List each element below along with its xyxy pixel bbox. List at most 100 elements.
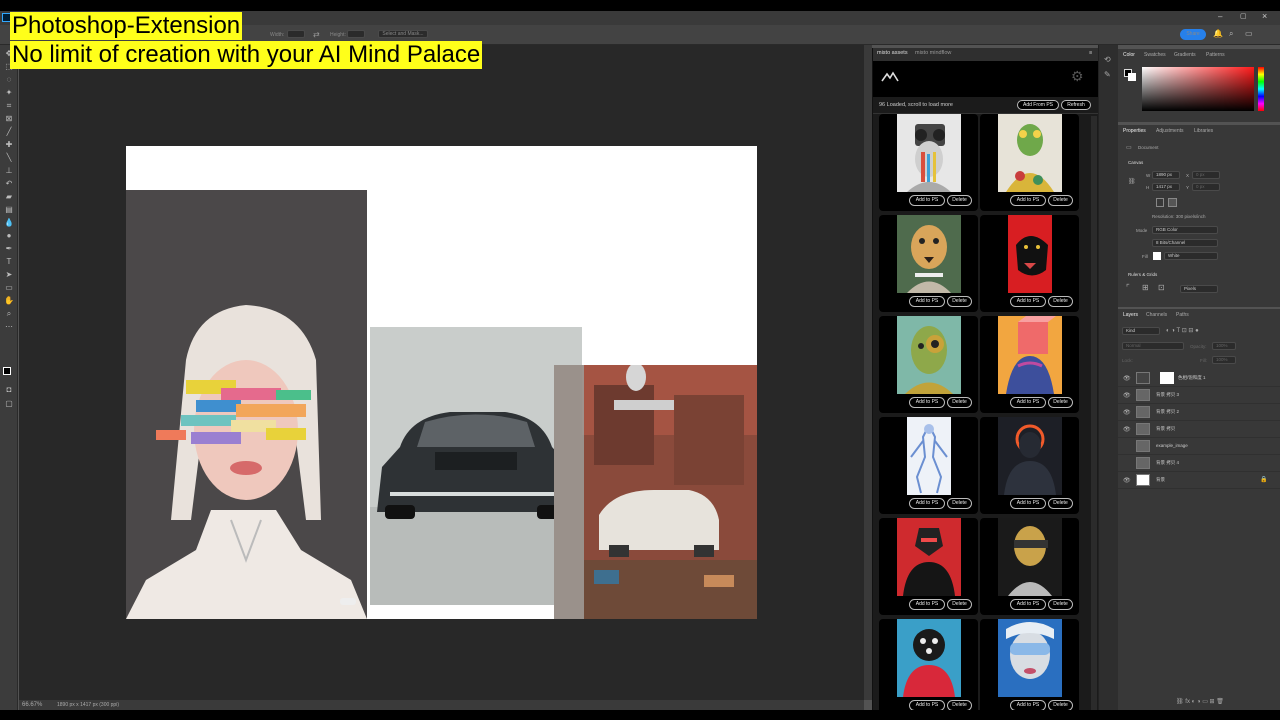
asset-thumbnail[interactable]	[998, 417, 1062, 495]
canvas-x-field[interactable]: 0 px	[1192, 171, 1220, 179]
path-selection-icon[interactable]: ➤	[4, 270, 14, 280]
learn-icon[interactable]: 🔔	[1213, 29, 1223, 38]
delete-button[interactable]: Delete	[1048, 296, 1073, 307]
tab-gradients[interactable]: Gradients	[1174, 52, 1196, 58]
guides-icon[interactable]: ⊡	[1158, 283, 1165, 292]
delete-button[interactable]: Delete	[1048, 700, 1073, 710]
tab-swatches[interactable]: Swatches	[1144, 52, 1166, 58]
maximize-icon[interactable]: ▢	[1240, 12, 1247, 20]
tab-layers[interactable]: Layers	[1123, 312, 1138, 318]
visibility-eye-icon[interactable]: 👁	[1123, 375, 1131, 382]
history-icon[interactable]: ⟲	[1104, 55, 1111, 64]
portrait-girl-image[interactable]	[126, 190, 367, 619]
delete-button[interactable]: Delete	[1048, 498, 1073, 509]
gradient-tool-icon[interactable]: ▤	[4, 205, 14, 215]
asset-thumbnail[interactable]	[897, 417, 961, 495]
color-picker-field[interactable]	[1142, 67, 1254, 111]
brush-settings-icon[interactable]: ✎	[1104, 70, 1111, 79]
asset-thumbnail[interactable]	[998, 518, 1062, 596]
eraser-tool-icon[interactable]: ▰	[4, 192, 14, 202]
tab-paths[interactable]: Paths	[1176, 312, 1189, 318]
panel-menu-icon[interactable]: ≡	[1089, 50, 1092, 56]
asset-thumbnail[interactable]	[897, 215, 961, 293]
fill-dropdown[interactable]: White	[1164, 252, 1218, 260]
brush-tool-icon[interactable]: ╲	[4, 153, 14, 163]
tab-libraries[interactable]: Libraries	[1194, 128, 1213, 134]
delete-button[interactable]: Delete	[947, 700, 972, 710]
select-and-mask-button[interactable]: Select and Mask...	[378, 30, 428, 38]
foreground-color-swatch[interactable]	[3, 367, 11, 375]
layer-row[interactable]: 背景 拷贝 4	[1118, 455, 1280, 472]
canvas-width-field[interactable]: 1890 px	[1152, 171, 1180, 179]
visibility-eye-icon[interactable]: 👁	[1123, 477, 1131, 484]
more-tools-icon[interactable]: ⋯	[4, 322, 14, 332]
hue-slider[interactable]	[1258, 67, 1264, 111]
tab-misto-assets[interactable]: misto assets	[877, 50, 908, 56]
add-to-ps-button[interactable]: Add to PS	[909, 599, 945, 610]
zoom-tool-icon[interactable]: ⌕	[4, 309, 14, 319]
tab-misto-mindflow[interactable]: misto mindflow	[915, 50, 951, 56]
visibility-eye-icon[interactable]: 👁	[1123, 392, 1131, 399]
layer-row[interactable]: 👁 背景 🔒	[1118, 472, 1280, 489]
landscape-orientation-icon[interactable]	[1168, 198, 1177, 207]
fill-opacity-field[interactable]: 100%	[1212, 356, 1236, 364]
asset-thumbnail[interactable]	[897, 114, 961, 192]
add-to-ps-button[interactable]: Add to PS	[909, 296, 945, 307]
delete-button[interactable]: Delete	[947, 599, 972, 610]
canvas-y-field[interactable]: 0 px	[1192, 183, 1220, 191]
visibility-eye-icon[interactable]: 👁	[1123, 426, 1131, 433]
layer-row[interactable]: 👁 背景 拷贝 2	[1118, 404, 1280, 421]
history-brush-icon[interactable]: ↶	[4, 179, 14, 189]
add-to-ps-button[interactable]: Add to PS	[1010, 296, 1046, 307]
add-to-ps-button[interactable]: Add to PS	[909, 498, 945, 509]
tab-properties[interactable]: Properties	[1123, 128, 1146, 134]
asset-thumbnail[interactable]	[998, 114, 1062, 192]
swap-icon[interactable]: ⇄	[313, 30, 320, 39]
tab-patterns[interactable]: Patterns	[1206, 52, 1225, 58]
canvas-height-field[interactable]: 1417 px	[1152, 183, 1180, 191]
units-dropdown[interactable]: Pixels	[1180, 285, 1218, 293]
junkyard-car-image[interactable]	[554, 365, 757, 619]
magic-wand-icon[interactable]: ✦	[4, 88, 14, 98]
delete-button[interactable]: Delete	[1048, 397, 1073, 408]
asset-thumbnail[interactable]	[897, 518, 961, 596]
filter-icons[interactable]: ◐ ◑ T ⊡ ⊟ ●	[1166, 327, 1199, 334]
add-to-ps-button[interactable]: Add to PS	[909, 195, 945, 206]
delete-button[interactable]: Delete	[1048, 195, 1073, 206]
screen-mode-icon[interactable]: ▢	[4, 399, 14, 409]
healing-brush-icon[interactable]: ✚	[4, 140, 14, 150]
workspace-icon[interactable]: ▭	[1245, 29, 1253, 38]
add-to-ps-button[interactable]: Add to PS	[1010, 397, 1046, 408]
add-to-ps-button[interactable]: Add to PS	[1010, 498, 1046, 509]
bg-color-chip[interactable]	[1128, 73, 1136, 81]
layer-row[interactable]: 👁 色相/饱和度 1	[1118, 370, 1280, 387]
quick-mask-icon[interactable]: ◘	[4, 385, 14, 395]
add-to-ps-button[interactable]: Add to PS	[1010, 599, 1046, 610]
rulers-icon[interactable]: ⌜	[1126, 283, 1130, 292]
rulers-grids-label[interactable]: Rulers & Grids	[1128, 272, 1157, 277]
layer-actions-icons[interactable]: ⛓ fx ◐ ◑ ▭ ⊞ 🗑	[1176, 698, 1224, 705]
layer-row[interactable]: 👁 背景 拷贝	[1118, 421, 1280, 438]
lasso-tool-icon[interactable]: ◌	[4, 75, 14, 85]
blur-tool-icon[interactable]: 💧	[4, 218, 14, 228]
tab-adjustments[interactable]: Adjustments	[1156, 128, 1184, 134]
eyedropper-icon[interactable]: ╱	[4, 127, 14, 137]
delete-button[interactable]: Delete	[1048, 599, 1073, 610]
clone-stamp-icon[interactable]: ⊥	[4, 166, 14, 176]
hand-tool-icon[interactable]: ✋	[4, 296, 14, 306]
rectangle-tool-icon[interactable]: ▭	[4, 283, 14, 293]
crop-tool-icon[interactable]: ⌗	[4, 101, 14, 111]
asset-thumbnail[interactable]	[897, 316, 961, 394]
delete-button[interactable]: Delete	[947, 397, 972, 408]
delete-button[interactable]: Delete	[947, 195, 972, 206]
asset-thumbnail[interactable]	[897, 619, 961, 697]
frame-tool-icon[interactable]: ⊠	[4, 114, 14, 124]
layer-row[interactable]: example_image	[1118, 438, 1280, 455]
sports-car-image[interactable]	[370, 327, 582, 605]
plugin-scrollbar[interactable]	[1091, 116, 1097, 710]
mode-dropdown[interactable]: RGB Color	[1152, 226, 1218, 234]
asset-thumbnail[interactable]	[998, 316, 1062, 394]
settings-gear-icon[interactable]: ⚙	[1071, 68, 1084, 85]
add-to-ps-button[interactable]: Add to PS	[909, 397, 945, 408]
visibility-eye-icon[interactable]: 👁	[1123, 409, 1131, 416]
